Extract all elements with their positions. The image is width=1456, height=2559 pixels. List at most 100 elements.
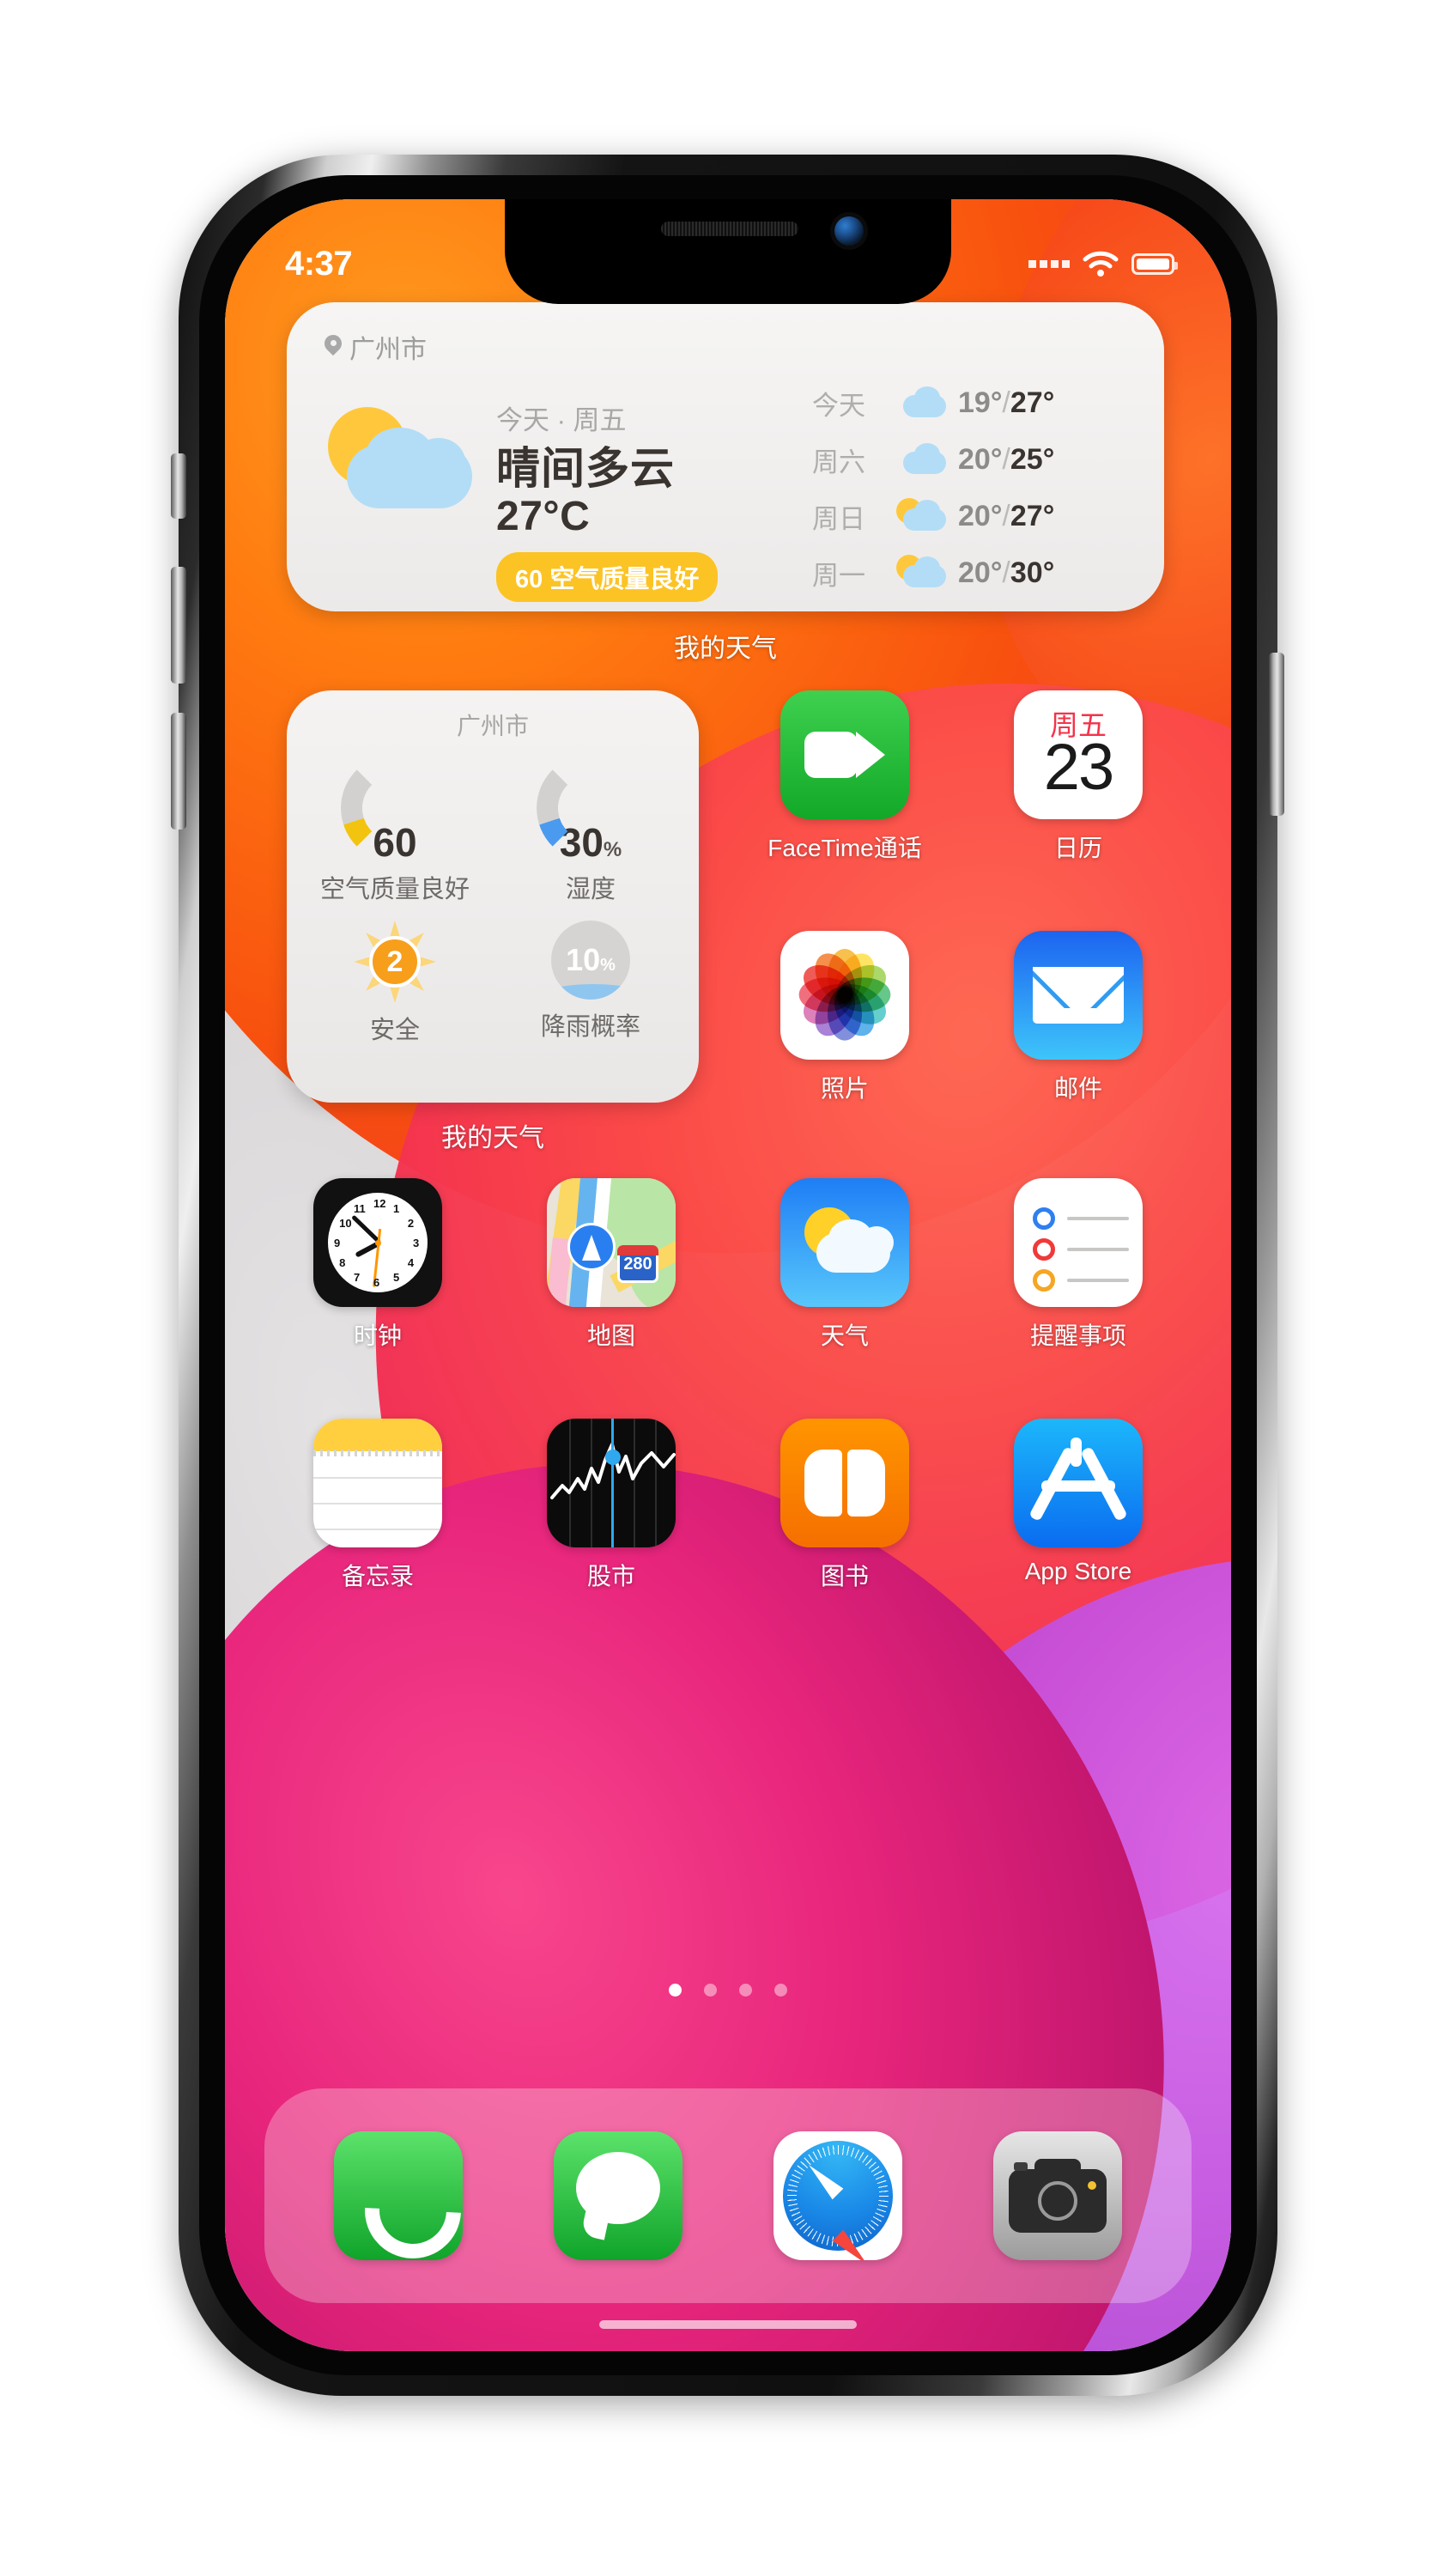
sun-behind-cloud-icon (321, 404, 484, 532)
phone-icon[interactable] (334, 2131, 463, 2260)
clock-icon[interactable]: 12 1 2 3 4 5 6 7 8 9 10 11 (313, 1178, 442, 1307)
page-dot[interactable] (704, 1984, 717, 1997)
gauge-widget-label: 我的天气 (441, 1124, 544, 1152)
maps-icon[interactable]: 280 (547, 1178, 676, 1307)
weather-icon[interactable] (780, 1178, 909, 1307)
photos-icon[interactable] (780, 931, 909, 1060)
clock-numeral: 10 (339, 1217, 352, 1230)
location-pin-icon (325, 335, 342, 359)
gauge-cell-rain: 10% 降雨概率 (496, 921, 685, 1042)
mute-switch-button[interactable] (171, 453, 186, 519)
wifi-icon (1083, 251, 1119, 277)
app-store-icon[interactable] (1014, 1419, 1143, 1547)
weather-widget-label: 我的天气 (674, 635, 777, 663)
notes-icon[interactable] (313, 1419, 442, 1547)
app-label-mail: 邮件 (1053, 1075, 1102, 1102)
clock-numeral: 5 (393, 1270, 400, 1284)
facetime-icon[interactable] (780, 690, 909, 819)
app-label-books: 图书 (820, 1563, 869, 1589)
forecast-row: 周一 20°/30° (812, 544, 1130, 601)
app-label-notes: 备忘录 (341, 1563, 414, 1589)
page-dot[interactable] (774, 1984, 787, 1997)
forecast-temps: 20°/25° (958, 442, 1055, 476)
weather-widget[interactable]: 广州市 今天 · 周五 晴间多云 27°C 60 空气质量良好 今天 19°/27… (287, 302, 1164, 611)
calendar-icon[interactable]: 周五 23 (1014, 690, 1143, 819)
app-maps[interactable]: 280 地图 (522, 1178, 701, 1352)
forecast-row: 今天 19°/27° (812, 374, 1130, 431)
page-dot[interactable] (739, 1984, 752, 1997)
forecast-row: 周六 20°/25° (812, 431, 1130, 488)
clock-numeral: 1 (393, 1202, 400, 1216)
home-indicator[interactable] (599, 2320, 857, 2329)
cloud-icon (896, 386, 946, 417)
maps-highway-number: 280 (623, 1254, 652, 1273)
sun-cloud-icon (896, 498, 946, 531)
app-stocks[interactable]: 股市 (522, 1419, 701, 1592)
clock-numeral: 9 (334, 1237, 341, 1249)
books-icon[interactable] (780, 1419, 909, 1547)
app-calendar[interactable]: 周五 23 日历 (989, 690, 1168, 864)
forecast-day: 周一 (812, 560, 865, 591)
air-quality-badge: 60 空气质量良好 (496, 551, 719, 602)
rain-probability-icon: 10% (551, 921, 630, 1000)
clock-numeral: 8 (339, 1256, 346, 1269)
status-bar: 4:37 (225, 199, 1231, 304)
app-photos[interactable]: 照片 (755, 931, 934, 1104)
clock-numeral: 6 (373, 1276, 380, 1289)
uv-sun-icon: 2 (354, 921, 436, 1003)
humidity-caption: 湿度 (565, 876, 616, 903)
forecast-temps: 19°/27° (958, 386, 1055, 419)
clock-numeral: 11 (354, 1202, 366, 1216)
calendar-day: 23 (1043, 731, 1115, 804)
volume-up-button[interactable] (171, 567, 186, 684)
uv-index-value: 2 (369, 936, 421, 988)
forecast-day: 今天 (812, 390, 865, 421)
weather-forecast-list: 今天 19°/27° 周六 20°/25° 周日 20°/27° 周一 20°/30° (812, 374, 1130, 601)
app-weather[interactable]: 天气 (755, 1178, 934, 1352)
clock-numeral: 2 (407, 1217, 415, 1230)
weather-widget-condition: 晴间多云 (496, 444, 676, 493)
gauge-cell-uv: 2 安全 (300, 921, 489, 1046)
weather-widget-current: 今天 · 周五 晴间多云 27°C 60 空气质量良好 (321, 397, 802, 602)
dock (264, 2088, 1192, 2303)
humidity-gauge-icon (537, 754, 645, 862)
cloud-icon (896, 443, 946, 474)
messages-icon[interactable] (554, 2131, 682, 2260)
home-screen: 广州市 今天 · 周五 晴间多云 27°C 60 空气质量良好 今天 19°/27… (225, 199, 1231, 2351)
mail-icon[interactable] (1014, 931, 1143, 1060)
camera-icon[interactable] (993, 2131, 1122, 2260)
app-facetime[interactable]: FaceTime通话 (755, 690, 934, 864)
app-label-stocks: 股市 (586, 1563, 635, 1589)
phone-screen[interactable]: 广州市 今天 · 周五 晴间多云 27°C 60 空气质量良好 今天 19°/27… (225, 199, 1231, 2351)
app-appstore[interactable]: App Store (989, 1419, 1168, 1585)
page-dot[interactable] (669, 1984, 682, 1997)
weather-widget-temperature: 27°C (496, 494, 591, 540)
reminders-icon[interactable] (1014, 1178, 1143, 1307)
gauge-cell-humidity: 30% 湿度 (496, 754, 685, 905)
app-label-appstore: App Store (1024, 1558, 1132, 1584)
weather-details-widget[interactable]: 广州市 60 空气质量良好 30% 湿度 2 安全 (287, 690, 699, 1103)
rain-unit: % (600, 956, 616, 975)
app-reminders[interactable]: 提醒事项 (989, 1178, 1168, 1352)
status-bar-time: 4:37 (285, 244, 353, 283)
clock-numeral: 4 (407, 1256, 415, 1269)
aqi-caption: 空气质量良好 (319, 876, 470, 903)
app-notes[interactable]: 备忘录 (288, 1419, 467, 1592)
stocks-icon[interactable] (547, 1419, 676, 1547)
app-mail[interactable]: 邮件 (989, 931, 1168, 1104)
volume-down-button[interactable] (171, 713, 186, 830)
app-clock[interactable]: 12 1 2 3 4 5 6 7 8 9 10 11 时钟 (288, 1178, 467, 1352)
app-label-weather: 天气 (820, 1322, 869, 1349)
signal-dots-icon (1028, 259, 1070, 268)
forecast-day: 周日 (812, 503, 865, 534)
app-label-calendar: 日历 (1053, 835, 1102, 861)
app-books[interactable]: 图书 (755, 1419, 934, 1592)
page-indicator-dots[interactable] (225, 1984, 1231, 1997)
clock-numeral: 3 (413, 1237, 420, 1249)
aqi-gauge-icon (341, 754, 449, 862)
forecast-day: 周六 (812, 447, 865, 477)
safari-compass-icon[interactable] (774, 2131, 902, 2260)
power-side-button[interactable] (1269, 653, 1284, 816)
clock-numeral: 7 (354, 1270, 361, 1284)
weather-widget-date: 今天 · 周五 (496, 405, 627, 435)
